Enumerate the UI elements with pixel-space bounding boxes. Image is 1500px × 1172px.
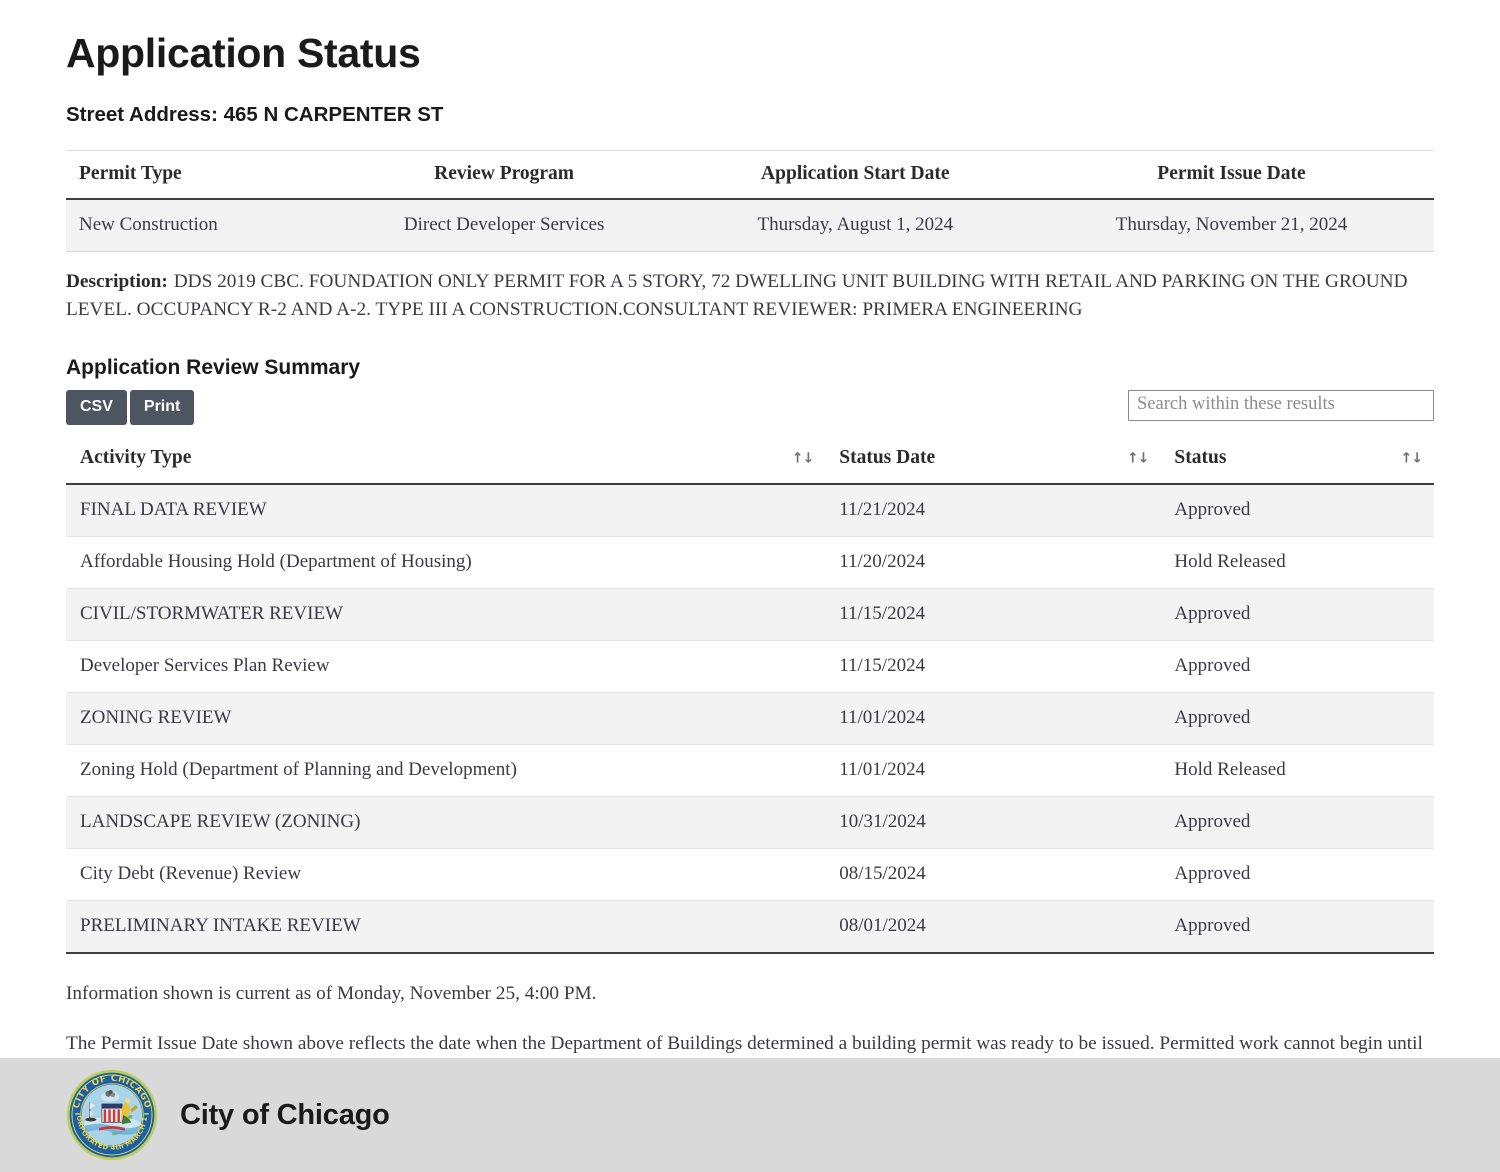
csv-button[interactable]: CSV [66, 390, 127, 425]
cell-status-date: 11/21/2024 [825, 484, 1161, 538]
cell-status-date: 08/15/2024 [825, 848, 1161, 902]
page-content: Application Status Street Address: 465 N… [0, 0, 1500, 1086]
cell-activity-type: LANDSCAPE REVIEW (ZONING) [66, 796, 826, 850]
table-row: City Debt (Revenue) Review 08/15/2024 Appr… [66, 848, 1434, 902]
cell-status-date: 11/15/2024 [825, 640, 1161, 694]
cell-status: Approved [1160, 796, 1434, 850]
search-input[interactable] [1128, 390, 1434, 422]
site-footer: CITY OF CHICAGO INCORPORATED 4th MARCH 1… [0, 1058, 1500, 1172]
description-label: Description: [66, 270, 168, 292]
cell-status-date: 11/20/2024 [825, 536, 1161, 590]
permit-summary-table: Permit Type Review Program Application S… [66, 149, 1434, 252]
cell-activity-type: CIVIL/STORMWATER REVIEW [66, 588, 826, 642]
review-summary-title: Application Review Summary [66, 356, 361, 380]
description-text: DDS 2019 CBC. FOUNDATION ONLY PERMIT FOR… [66, 270, 1408, 320]
column-header-status-date[interactable]: Status Date ↑↓ [825, 434, 1161, 486]
cell-status: Hold Released [1160, 536, 1434, 590]
column-header-permit-issue-date: Permit Issue Date [1028, 149, 1434, 200]
table-row: CIVIL/STORMWATER REVIEW 11/15/2024 Approve… [66, 588, 1434, 642]
sort-arrows-icon[interactable]: ↑↓ [1127, 450, 1149, 466]
permit-summary-header: Permit Type Review Program Application S… [66, 149, 1434, 200]
column-header-activity-type-label: Activity Type [80, 447, 192, 469]
column-header-review-program: Review Program [326, 149, 682, 200]
cell-permit-type: New Construction [66, 198, 327, 252]
footer-organization-name: City of Chicago [180, 1098, 390, 1131]
column-header-status[interactable]: Status ↑↓ [1160, 434, 1434, 486]
cell-status: Approved [1160, 640, 1434, 694]
table-row: Affordable Housing Hold (Department of H… [66, 536, 1434, 590]
cell-review-program: Direct Developer Services [326, 198, 682, 252]
review-table-body: FINAL DATA REVIEW 11/21/2024 Approved Affor… [66, 484, 1434, 955]
cell-status-date: 11/01/2024 [825, 744, 1161, 798]
table-row: LANDSCAPE REVIEW (ZONING) 10/31/2024 Appro… [66, 796, 1434, 850]
review-table-header-row: Activity Type ↑↓ Status Date ↑↓ Status ↑… [66, 434, 1434, 486]
cell-status: Hold Released [1160, 744, 1434, 798]
table-row: FINAL DATA REVIEW 11/21/2024 Approved [66, 484, 1434, 538]
cell-status-date: 08/01/2024 [825, 900, 1161, 955]
cell-activity-type: FINAL DATA REVIEW [66, 484, 826, 538]
column-header-status-date-label: Status Date [839, 447, 936, 469]
cell-status-date: 11/15/2024 [825, 588, 1161, 642]
permit-summary-header-row: Permit Type Review Program Application S… [66, 149, 1434, 200]
application-review-table: Activity Type ↑↓ Status Date ↑↓ Status ↑… [66, 434, 1434, 955]
cell-status: Approved [1160, 900, 1434, 955]
cell-status: Approved [1160, 848, 1434, 902]
page-title: Application Status [66, 30, 421, 76]
cell-status: Approved [1160, 484, 1434, 538]
cell-application-start-date: Thursday, August 1, 2024 [681, 198, 1029, 252]
column-header-permit-type: Permit Type [66, 149, 327, 200]
table-row: PRELIMINARY INTAKE REVIEW 08/01/2024 Appro… [66, 900, 1434, 955]
review-summary-toolbar: CSV Print [66, 390, 1434, 428]
sort-arrows-icon[interactable]: ↑↓ [792, 450, 814, 466]
table-row: Zoning Hold (Department of Planning and … [66, 744, 1434, 798]
cell-permit-issue-date: Thursday, November 21, 2024 [1028, 198, 1434, 252]
column-header-application-start-date: Application Start Date [681, 149, 1029, 200]
table-row: ZONING REVIEW 11/01/2024 Approved [66, 692, 1434, 746]
cell-activity-type: Affordable Housing Hold (Department of H… [66, 536, 826, 590]
cell-activity-type: Developer Services Plan Review [66, 640, 826, 694]
cell-activity-type: PRELIMINARY INTAKE REVIEW [66, 900, 826, 955]
column-header-status-label: Status [1174, 447, 1227, 469]
city-of-chicago-seal-icon: CITY OF CHICAGO INCORPORATED 4th MARCH 1… [66, 1069, 158, 1161]
street-address: Street Address: 465 N CARPENTER ST [66, 103, 444, 127]
cell-status-date: 10/31/2024 [825, 796, 1161, 850]
table-row: Developer Services Plan Review 11/15/2024… [66, 640, 1434, 694]
cell-status-date: 11/01/2024 [825, 692, 1161, 746]
cell-activity-type: City Debt (Revenue) Review [66, 848, 826, 902]
cell-status: Approved [1160, 588, 1434, 642]
cell-activity-type: Zoning Hold (Department of Planning and … [66, 744, 826, 798]
cell-status: Approved [1160, 692, 1434, 746]
cell-activity-type: ZONING REVIEW [66, 692, 826, 746]
application-status-page: Application Status Street Address: 465 N… [0, 0, 1500, 1172]
review-table-header: Activity Type ↑↓ Status Date ↑↓ Status ↑… [66, 434, 1434, 486]
permit-summary-body: New Construction Direct Developer Servic… [66, 198, 1434, 252]
column-header-activity-type[interactable]: Activity Type ↑↓ [66, 434, 826, 486]
information-current-note: Information shown is current as of Monda… [66, 983, 597, 1005]
table-row: New Construction Direct Developer Servic… [66, 198, 1434, 252]
description-block: Description: DDS 2019 CBC. FOUNDATION ONL… [66, 268, 1434, 324]
print-button[interactable]: Print [129, 390, 195, 425]
export-button-group: CSV Print [66, 390, 195, 425]
sort-arrows-icon[interactable]: ↑↓ [1401, 450, 1423, 466]
